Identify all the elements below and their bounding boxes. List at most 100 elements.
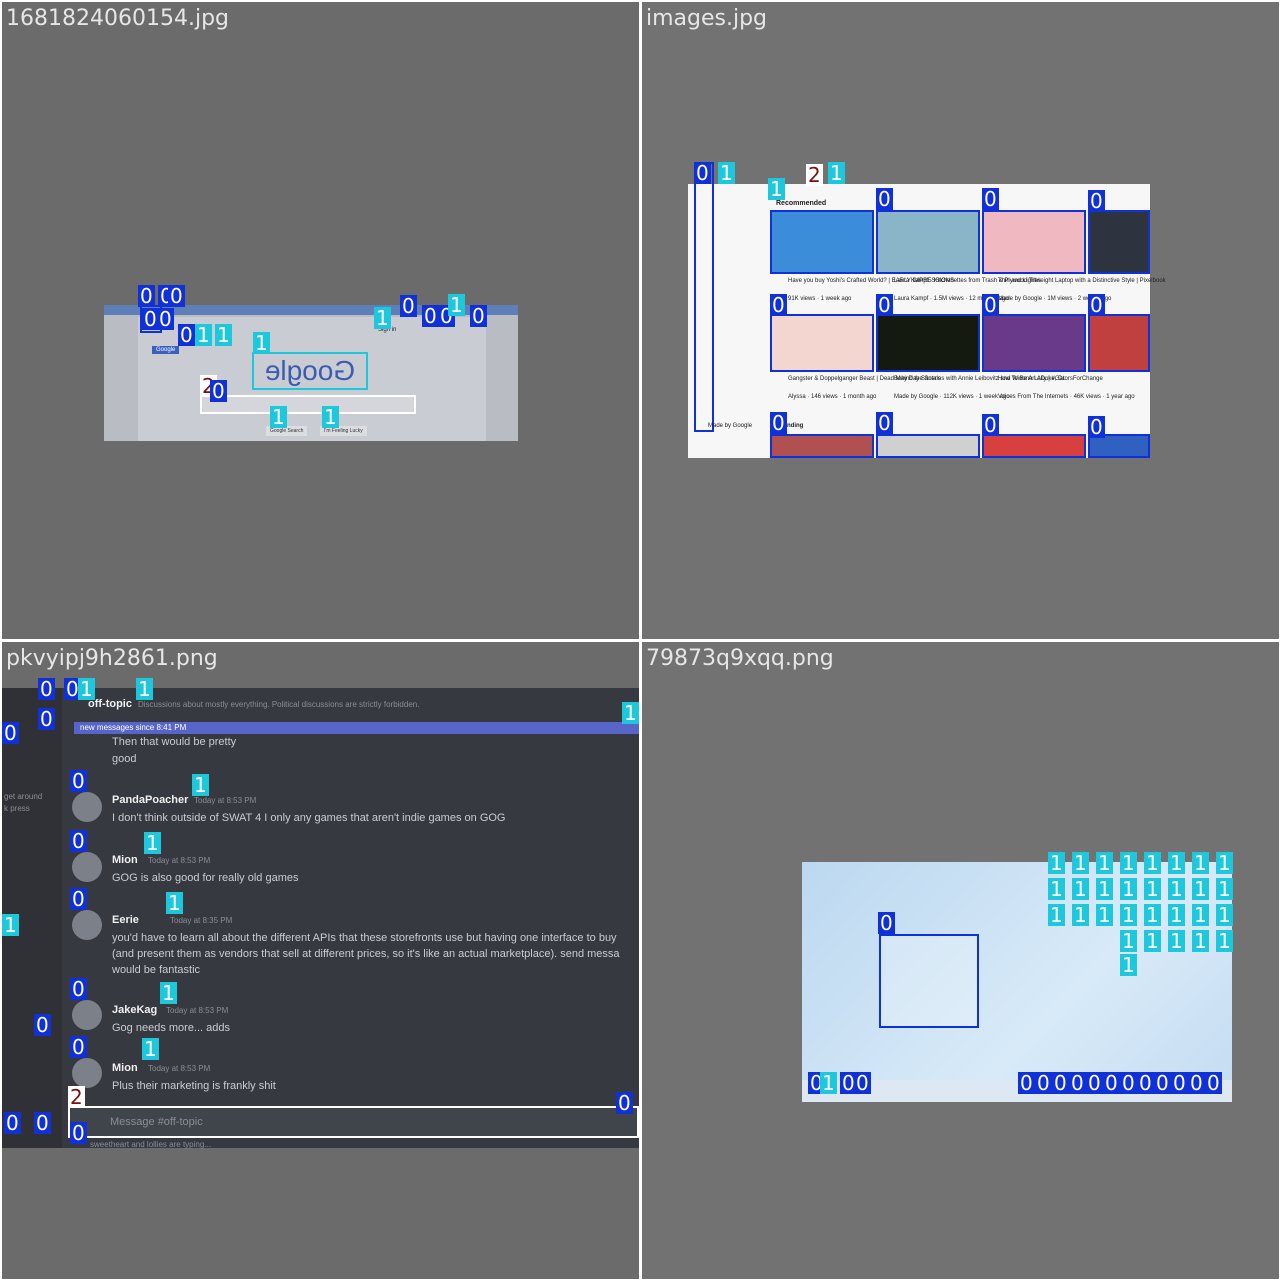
detect-label-1: 1 (166, 891, 183, 915)
tab-google[interactable]: Google (152, 346, 180, 354)
new-messages-bar[interactable]: new messages since 8:41 PM (74, 722, 639, 734)
taskbar-icon[interactable]: 0 (1171, 1072, 1188, 1094)
new-messages-label: new messages since 8:41 PM (80, 723, 187, 732)
detect-label-0: 0 (470, 304, 487, 328)
detect-label-0: 0 (982, 187, 999, 211)
detect-label-1: 1 (160, 981, 177, 1005)
video-thumbnail[interactable] (770, 434, 874, 458)
desktop-icon[interactable]: 1 (1072, 904, 1089, 926)
desktop-icon[interactable]: 1 (1192, 904, 1209, 926)
desktop-icon[interactable]: 1 (1048, 904, 1065, 926)
message-author[interactable]: JakeKag (112, 1004, 157, 1016)
video-thumbnail[interactable] (1088, 210, 1150, 274)
message-text: I don't think outside of SWAT 4 I only a… (112, 812, 506, 824)
message-author[interactable]: Mion (112, 854, 138, 866)
desktop-icon[interactable]: 1 (1120, 930, 1137, 952)
taskbar-icon[interactable]: 0 (1137, 1072, 1154, 1094)
desktop-icon[interactable]: 1 (1192, 852, 1209, 874)
video-title[interactable]: Thin and Lightweight Laptop with a Disti… (998, 278, 1166, 284)
detect-label-1: 1 (270, 405, 287, 429)
detect-label-1: 1 (142, 1037, 159, 1061)
panel-youtube-screenshot: images.jpg Recommended Trending Made by … (642, 2, 1279, 639)
panel-filename: images.jpg (646, 6, 768, 31)
desktop-icon[interactable]: 1 (1168, 904, 1185, 926)
desktop-icon[interactable]: 1 (1192, 878, 1209, 900)
desktop-icon[interactable]: 1 (1120, 954, 1137, 976)
message-author[interactable]: PandaPoacher (112, 794, 188, 806)
message-time: Today at 8:53 PM (148, 856, 211, 865)
detect-label-0: 0 (70, 769, 87, 793)
desktop-icon[interactable]: 1 (1120, 852, 1137, 874)
desktop-icon[interactable]: 1 (1120, 878, 1137, 900)
video-thumbnail[interactable] (1088, 314, 1150, 372)
desktop-icon[interactable]: 1 (1216, 904, 1233, 926)
desktop-icon[interactable]: 1 (1168, 852, 1185, 874)
video-title[interactable]: How To Be An Ally | #GatorsForChange (998, 376, 1103, 382)
desktop-icon[interactable]: 1 (1096, 904, 1113, 926)
desktop-icon[interactable]: 1 (1144, 904, 1161, 926)
message-text: Gog needs more... adds (112, 1022, 231, 1034)
detect-label-1: 1 (448, 293, 465, 317)
taskbar-icon[interactable]: 0 (1205, 1072, 1222, 1094)
video-thumbnail[interactable] (770, 210, 874, 274)
detect-label-0: 0 (210, 379, 227, 403)
taskbar-icon[interactable]: 0 (1154, 1072, 1171, 1094)
windows-logo (879, 934, 979, 1028)
message-text: good (112, 753, 137, 765)
desktop-icon[interactable]: 1 (1144, 930, 1161, 952)
taskbar-icon[interactable]: 0 (1103, 1072, 1120, 1094)
detect-label-1: 1 (322, 405, 339, 429)
message-author[interactable]: Mion (112, 1062, 138, 1074)
video-thumbnail[interactable] (876, 434, 980, 458)
detect-label-1: 1 (820, 1071, 837, 1095)
video-thumbnail[interactable] (770, 314, 874, 372)
video-thumbnail[interactable] (876, 210, 980, 274)
sidebar-footer: Made by Google (708, 423, 753, 429)
desktop-icon[interactable]: 1 (1216, 852, 1233, 874)
avatar[interactable] (72, 792, 102, 822)
desktop-icon[interactable]: 1 (1072, 878, 1089, 900)
desktop-icon[interactable]: 1 (1168, 878, 1185, 900)
desktop-icon[interactable]: 1 (1168, 930, 1185, 952)
desktop-icon[interactable]: 1 (1048, 852, 1065, 874)
desktop-icon[interactable]: 1 (1216, 878, 1233, 900)
taskbar-icon[interactable]: 0 (1052, 1072, 1069, 1094)
avatar[interactable] (72, 852, 102, 882)
detect-label-0: 0 (876, 293, 893, 317)
video-thumbnail[interactable] (982, 314, 1086, 372)
message-input[interactable]: Message #off-topic (68, 1106, 639, 1138)
detect-label-1: 1 (828, 161, 845, 185)
video-thumbnail[interactable] (876, 314, 980, 372)
detect-label-0: 0 (400, 294, 417, 318)
detect-label-0: 0 (34, 1013, 51, 1037)
message-author[interactable]: Eerie (112, 914, 139, 926)
detect-label-0: 0 (770, 293, 787, 317)
desktop-icon[interactable]: 1 (1144, 852, 1161, 874)
video-thumbnail[interactable] (982, 210, 1086, 274)
taskbar-icon[interactable]: 0 (1188, 1072, 1205, 1094)
desktop-icon[interactable]: 1 (1048, 878, 1065, 900)
desktop-icon[interactable]: 1 (1192, 930, 1209, 952)
detect-label-1: 1 (768, 177, 785, 201)
desktop-icon[interactable]: 1 (1096, 878, 1113, 900)
taskbar-icon[interactable]: 0 (1086, 1072, 1103, 1094)
desktop-icon[interactable]: 1 (1072, 852, 1089, 874)
avatar[interactable] (72, 910, 102, 940)
taskbar-icon[interactable]: 0 (1120, 1072, 1137, 1094)
discord-chat (62, 688, 639, 1148)
avatar[interactable] (72, 1058, 102, 1088)
taskbar-icon[interactable]: 0 (1018, 1072, 1035, 1094)
detect-label-0: 0 (178, 323, 195, 347)
desktop-icon[interactable]: 1 (1216, 930, 1233, 952)
taskbar-icon[interactable]: 0 (1035, 1072, 1052, 1094)
search-input[interactable] (200, 395, 416, 414)
detect-label-0: 0 (876, 411, 893, 435)
desktop-icon[interactable]: 1 (1120, 904, 1137, 926)
detect-label-1: 1 (253, 331, 270, 355)
avatar[interactable] (72, 1000, 102, 1030)
desktop-icon[interactable]: 1 (1144, 878, 1161, 900)
sidebar-snippet: k press (4, 804, 30, 813)
video-thumbnail[interactable] (982, 434, 1086, 458)
taskbar-icon[interactable]: 0 (1069, 1072, 1086, 1094)
desktop-icon[interactable]: 1 (1096, 852, 1113, 874)
